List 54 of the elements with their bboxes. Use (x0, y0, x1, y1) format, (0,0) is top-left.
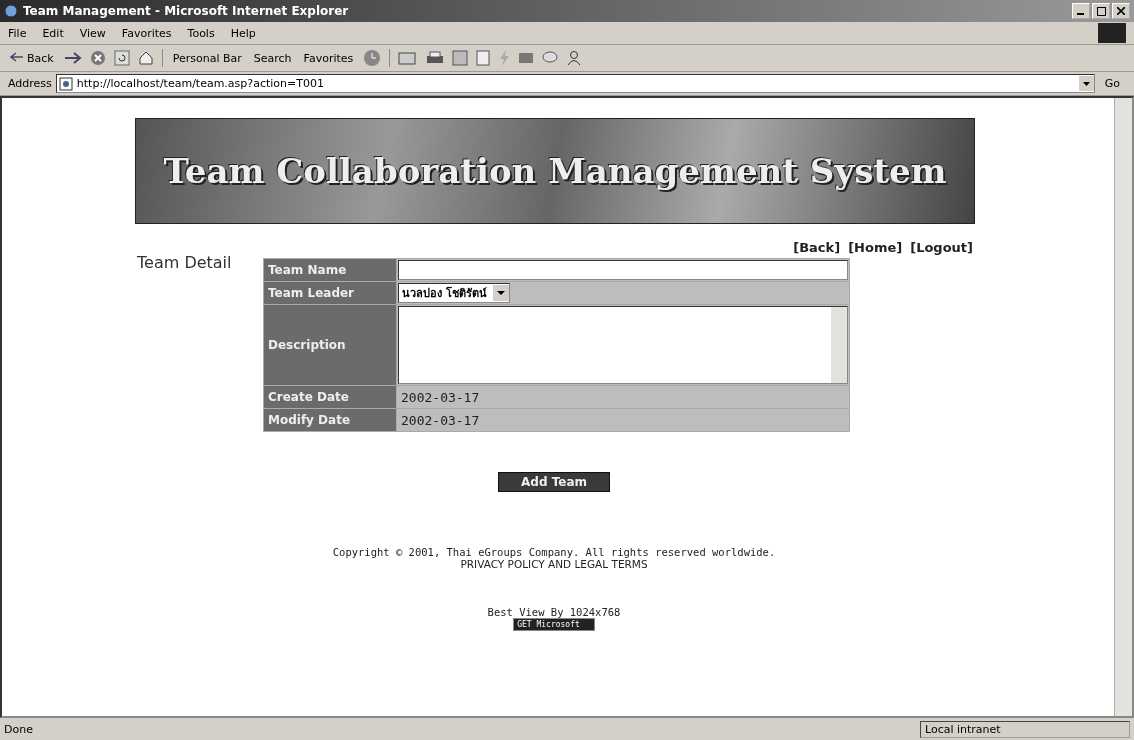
menu-item[interactable]: Help (230, 26, 256, 40)
nav-link[interactable]: [Logout] (910, 240, 973, 255)
favorites-button[interactable]: Favorites (301, 51, 356, 65)
browser-logo-icon (4, 4, 18, 18)
menu-item[interactable]: Favorites (121, 26, 172, 40)
scrollbar[interactable] (1114, 98, 1132, 716)
menu-item[interactable]: View (79, 26, 106, 40)
field-value: 2002-03-17 (400, 389, 480, 405)
home-icon[interactable] (137, 50, 154, 66)
text-field[interactable] (398, 260, 848, 280)
nav-link[interactable]: [Back] (793, 240, 841, 255)
microsoft-badge[interactable]: GET Microsoft (513, 618, 595, 631)
field-value: 2002-03-17 (400, 412, 480, 428)
scrollbar[interactable] (831, 307, 847, 383)
stop-icon[interactable] (89, 50, 106, 66)
text-area[interactable] (398, 306, 848, 384)
forward-arrow-icon[interactable] (63, 52, 82, 64)
search-button[interactable]: Search (251, 51, 294, 65)
add-team-button[interactable]: Add Team (498, 472, 610, 492)
refresh-icon[interactable] (113, 50, 130, 66)
field-label: Team Name (263, 258, 397, 282)
copyright-text: Copyright © 2001, Thai eGroups Company. All rights reserved worldwide. (332, 546, 776, 558)
minimize-button[interactable] (1072, 3, 1090, 19)
menu-item[interactable]: Edit (42, 26, 64, 40)
document-icon[interactable] (476, 50, 491, 66)
field-label: Description (263, 304, 397, 386)
personal-bar-button[interactable]: Personal Bar (170, 51, 244, 65)
status-text: Done (4, 722, 34, 736)
address-field[interactable]: http://localhost/team/team.asp?action=T001 (55, 74, 1095, 93)
field-label: Modify Date (263, 408, 397, 432)
page-icon (58, 76, 73, 91)
banner: Team Collaboration Management System (135, 118, 975, 224)
window-title: Team Management - Microsoft Internet Explorer (23, 4, 350, 18)
nav-link[interactable]: [Home] (848, 240, 903, 255)
close-button[interactable] (1112, 3, 1130, 19)
maximize-icon (1096, 6, 1106, 16)
privacy-link[interactable]: PRIVACY POLICY AND LEGAL TERMS (460, 558, 648, 570)
zone-text: Local intranet (920, 720, 1130, 738)
address-label: Address (8, 77, 52, 90)
menu-item[interactable]: Tools (187, 26, 215, 40)
people-icon[interactable] (566, 50, 583, 66)
back-arrow-icon (10, 51, 24, 62)
dropdown[interactable]: นวลปอง โชติรัตน์ (398, 283, 510, 303)
field-label: Team Leader (263, 281, 397, 305)
best-view-text: Best View By 1024x768 (487, 606, 621, 618)
speech-bubble-icon[interactable] (542, 50, 559, 66)
printer-icon[interactable] (426, 50, 445, 66)
go-button[interactable]: Go (1098, 76, 1126, 91)
field-label: Create Date (263, 385, 397, 409)
close-icon (1117, 7, 1125, 15)
maximize-button[interactable] (1092, 3, 1110, 19)
back-button[interactable]: Back (8, 51, 56, 65)
menu-item[interactable]: File (8, 26, 27, 40)
section-heading: Team Detail (137, 253, 232, 272)
